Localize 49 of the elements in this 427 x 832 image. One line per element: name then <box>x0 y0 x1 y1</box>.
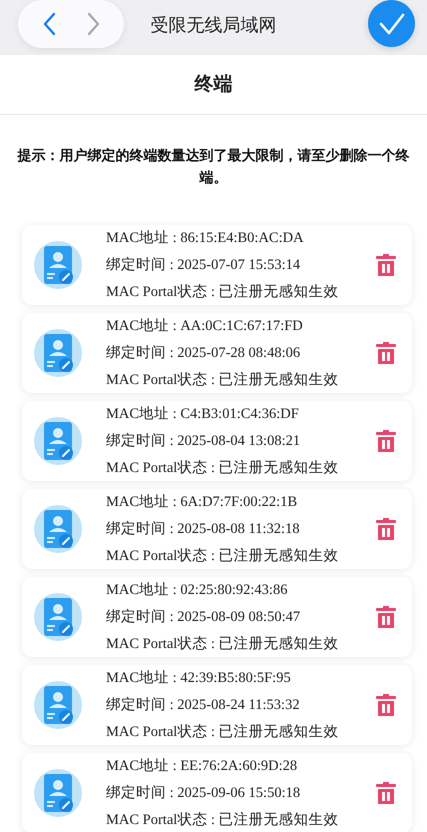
mac-address-text: MAC地址 : AA:0C:1C:67:17:FD <box>106 316 304 336</box>
user-card-icon <box>34 417 82 465</box>
window-title: 受限无线局域网 <box>150 14 278 38</box>
user-card-icon <box>34 505 82 553</box>
portal-status-text: MAC Portal状态 : 已注册无感知生效 <box>106 722 340 742</box>
mac-address-text: MAC地址 : 86:15:E4:B0:AC:DA <box>106 228 305 248</box>
delete-button[interactable] <box>374 252 398 278</box>
trash-icon <box>376 254 396 276</box>
portal-status-text: MAC Portal状态 : 已注册无感知生效 <box>106 546 340 566</box>
trash-icon <box>376 342 396 364</box>
user-card-icon <box>34 593 82 641</box>
hint-text: 提示：用户绑定的终端数量达到了最大限制，请至少删除一个终端。 <box>16 146 410 188</box>
delete-button[interactable] <box>374 428 398 454</box>
bind-time-text: 绑定时间 : 2025-07-28 08:48:06 <box>106 344 302 362</box>
bind-time-text: 绑定时间 : 2025-08-09 08:50:47 <box>106 608 302 626</box>
user-card-icon <box>34 769 82 817</box>
delete-button[interactable] <box>374 780 398 806</box>
mac-address-text: MAC地址 : 42:39:B5:80:5F:95 <box>106 668 292 688</box>
trash-icon <box>376 518 396 540</box>
mac-address-text: MAC地址 : 02:25:80:92:43:86 <box>106 580 288 600</box>
portal-status-text: MAC Portal状态 : 已注册无感知生效 <box>106 634 340 654</box>
delete-button[interactable] <box>374 604 398 630</box>
trash-icon <box>376 606 396 628</box>
forward-icon <box>86 12 100 36</box>
back-icon <box>42 12 56 36</box>
delete-button[interactable] <box>374 340 398 366</box>
portal-status-text: MAC Portal状态 : 已注册无感知生效 <box>106 282 340 302</box>
section-title: 终端 <box>194 72 232 98</box>
delete-button[interactable] <box>374 692 398 718</box>
bind-time-text: 绑定时间 : 2025-09-06 15:50:18 <box>106 784 302 802</box>
bind-time-text: 绑定时间 : 2025-08-24 11:53:32 <box>106 696 301 714</box>
user-card-icon <box>34 681 82 729</box>
bind-time-text: 绑定时间 : 2025-08-04 13:08:21 <box>106 432 302 450</box>
portal-status-text: MAC Portal状态 : 已注册无感知生效 <box>106 370 340 390</box>
portal-status-text: MAC Portal状态 : 已注册无感知生效 <box>106 458 340 478</box>
portal-status-text: MAC Portal状态 : 已注册无感知生效 <box>106 810 340 830</box>
delete-button[interactable] <box>374 516 398 542</box>
user-card-icon <box>34 241 82 289</box>
trash-icon <box>376 694 396 716</box>
checkmark-icon <box>378 12 404 34</box>
mac-address-text: MAC地址 : 6A:D7:7F:00:22:1B <box>106 492 298 512</box>
mac-address-text: MAC地址 : C4:B3:01:C4:36:DF <box>106 404 300 424</box>
bind-time-text: 绑定时间 : 2025-08-08 11:32:18 <box>106 520 301 538</box>
mac-address-text: MAC地址 : EE:76:2A:60:9D:28 <box>106 756 298 776</box>
user-card-icon <box>34 329 82 377</box>
trash-icon <box>376 430 396 452</box>
bind-time-text: 绑定时间 : 2025-07-07 15:53:14 <box>106 256 302 274</box>
confirm-button[interactable] <box>368 0 415 47</box>
trash-icon <box>376 782 396 804</box>
